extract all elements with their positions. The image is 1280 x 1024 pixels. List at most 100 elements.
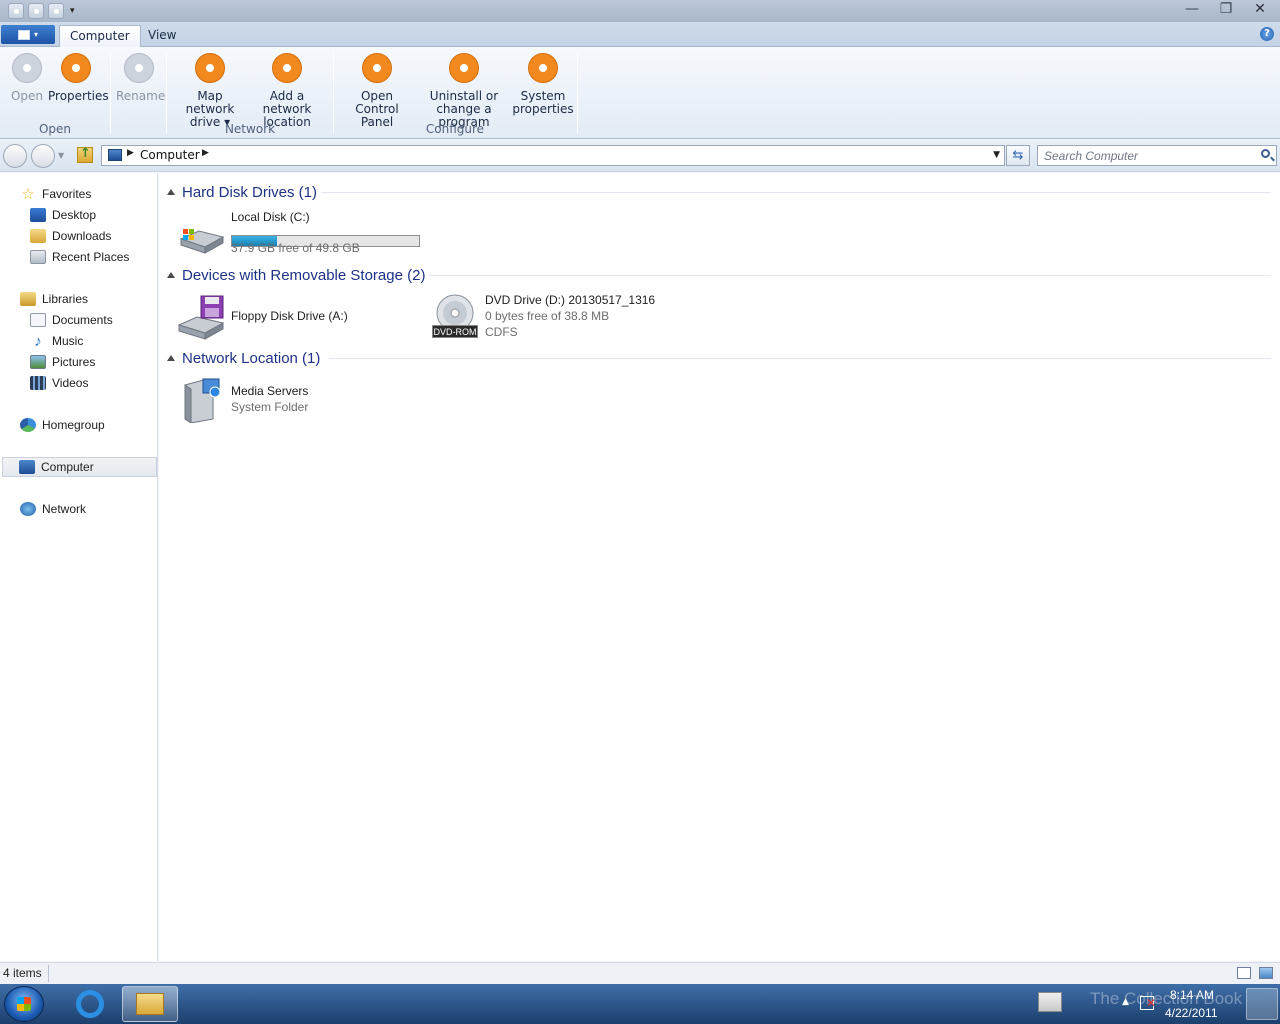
collapse-icon[interactable]: [167, 272, 175, 278]
search-box[interactable]: [1037, 145, 1277, 166]
pictures-icon: [30, 355, 46, 369]
details-view-icon[interactable]: [1237, 967, 1251, 979]
nav-libraries[interactable]: Libraries: [20, 289, 88, 309]
system-properties-icon: [528, 53, 558, 83]
file-explorer-icon: [136, 993, 164, 1015]
maximize-button[interactable]: ❐: [1212, 0, 1240, 20]
nav-item-downloads[interactable]: Downloads: [30, 226, 111, 246]
clock-date[interactable]: 4/22/2011: [1165, 1006, 1218, 1020]
nav-item-music[interactable]: ♪ Music: [30, 331, 83, 351]
nav-item-label: Documents: [52, 313, 113, 327]
action-center-icon[interactable]: [1038, 992, 1062, 1012]
nav-item-label: Desktop: [52, 208, 97, 222]
qat-button-icon[interactable]: [8, 3, 24, 19]
file-menu-button[interactable]: ▾: [1, 25, 55, 44]
large-icons-view-icon[interactable]: [1259, 967, 1273, 979]
document-icon: [17, 29, 30, 40]
collapse-icon[interactable]: [167, 355, 175, 361]
group-header-hard-disk-drives[interactable]: Hard Disk Drives (1): [167, 181, 317, 203]
status-bar: 4 items: [0, 962, 1280, 984]
map-network-drive-button[interactable]: Map network drive ▾: [172, 51, 248, 129]
map-network-drive-icon: [195, 53, 225, 83]
nav-homegroup-label: Homegroup: [42, 418, 105, 432]
up-folder-icon[interactable]: [77, 146, 93, 163]
qat-button-icon[interactable]: [28, 3, 44, 19]
volume-muted-icon[interactable]: ✕: [1146, 996, 1160, 1010]
properties-button[interactable]: Properties: [48, 51, 109, 103]
taskbar: The Collection Book ▲ ✕ 8:14 AM 4/22/201…: [0, 984, 1280, 1024]
nav-network[interactable]: Network: [20, 499, 86, 519]
group-header-network-location[interactable]: Network Location (1): [167, 347, 320, 369]
nav-item-label: Recent Places: [52, 250, 130, 264]
nav-computer-label: Computer: [41, 460, 94, 474]
nav-favorites[interactable]: ☆ Favorites: [20, 184, 91, 204]
breadcrumb-arrow-icon[interactable]: ▶: [127, 148, 134, 158]
taskbar-file-explorer[interactable]: [122, 986, 178, 1022]
control-panel-icon: [362, 53, 392, 83]
breadcrumb-computer[interactable]: Computer: [140, 148, 200, 162]
close-button[interactable]: ✕: [1246, 0, 1274, 20]
add-network-location-icon: [272, 53, 302, 83]
nav-item-label: Downloads: [52, 229, 112, 243]
show-hidden-icons-icon[interactable]: ▲: [1122, 997, 1129, 1007]
help-icon[interactable]: ?: [1260, 27, 1274, 41]
show-desktop-button[interactable]: [1246, 988, 1278, 1020]
rename-button[interactable]: Rename: [116, 51, 165, 103]
rename-icon: [124, 53, 154, 83]
nav-item-desktop[interactable]: Desktop: [30, 205, 96, 225]
nav-item-label: Music: [52, 334, 84, 348]
refresh-button[interactable]: ⇆: [1006, 145, 1030, 166]
star-icon: ☆: [21, 186, 35, 203]
network-item-media-servers[interactable]: Media Servers System Folder: [177, 375, 377, 425]
media-server-icon: [184, 378, 221, 423]
item-detail: 0 bytes free of 38.8 MB: [485, 309, 610, 323]
search-input[interactable]: [1044, 148, 1254, 163]
add-network-location-button[interactable]: Add a network location: [246, 51, 328, 129]
open-button[interactable]: Open: [8, 51, 46, 103]
tab-view[interactable]: View: [138, 25, 186, 47]
system-properties-button[interactable]: System properties: [512, 51, 574, 116]
collapse-icon[interactable]: [167, 189, 175, 195]
title-bar: ▾ — ❐ ✕: [0, 0, 1280, 22]
qat-button-icon[interactable]: [48, 3, 64, 19]
nav-favorites-label: Favorites: [42, 187, 92, 201]
minimize-button[interactable]: —: [1178, 0, 1206, 20]
item-detail: System Folder: [231, 400, 309, 414]
start-button[interactable]: [4, 986, 44, 1022]
nav-item-recent-places[interactable]: Recent Places: [30, 247, 129, 267]
drive-item-floppy[interactable]: Floppy Disk Drive (A:): [177, 293, 397, 341]
nav-item-pictures[interactable]: Pictures: [30, 352, 95, 372]
open-control-panel-button[interactable]: Open Control Panel: [338, 51, 416, 129]
clock-time[interactable]: 8:14 AM: [1170, 988, 1214, 1002]
nav-homegroup[interactable]: Homegroup: [20, 415, 105, 435]
nav-item-documents[interactable]: Documents: [30, 310, 113, 330]
breadcrumb-arrow-icon[interactable]: ▶: [202, 148, 209, 158]
uninstall-program-button[interactable]: Uninstall or change a program: [414, 51, 514, 129]
add-network-location-label-1: Add a network: [262, 89, 312, 116]
back-button[interactable]: [3, 144, 27, 168]
nav-network-label: Network: [42, 502, 87, 516]
recent-locations-chevron-icon[interactable]: ▼: [58, 151, 64, 160]
address-history-chevron-icon[interactable]: ▼: [993, 150, 1000, 160]
group-title: Devices with Removable Storage (2): [182, 266, 426, 284]
map-network-drive-label-1: Map network: [185, 89, 235, 116]
nav-item-videos[interactable]: Videos: [30, 373, 88, 393]
group-header-removable-storage[interactable]: Devices with Removable Storage (2): [167, 264, 425, 286]
nav-item-label: Videos: [52, 376, 89, 390]
address-bar[interactable]: ▶ Computer ▶ ▼: [101, 145, 1005, 166]
item-filesystem: CDFS: [485, 325, 518, 339]
network-icon: [20, 502, 36, 516]
open-icon: [12, 53, 42, 83]
qat-customize-icon[interactable]: ▾: [70, 6, 75, 16]
drive-item-dvd[interactable]: DVD-ROM DVD Drive (D:) 20130517_1316 0 b…: [431, 293, 671, 341]
tab-computer[interactable]: Computer: [59, 25, 141, 48]
forward-button[interactable]: [31, 144, 55, 168]
nav-computer[interactable]: Computer: [2, 457, 157, 477]
ribbon-separator: [166, 53, 167, 133]
group-title: Network Location (1): [182, 349, 321, 367]
control-panel-label-2: Panel: [360, 115, 394, 129]
properties-label: Properties: [48, 89, 109, 103]
drive-item-local-disk[interactable]: Local Disk (C:) 37.9 GB free of 49.8 GB: [177, 209, 427, 257]
taskbar-internet-explorer[interactable]: [62, 986, 118, 1022]
search-icon[interactable]: [1261, 149, 1270, 158]
